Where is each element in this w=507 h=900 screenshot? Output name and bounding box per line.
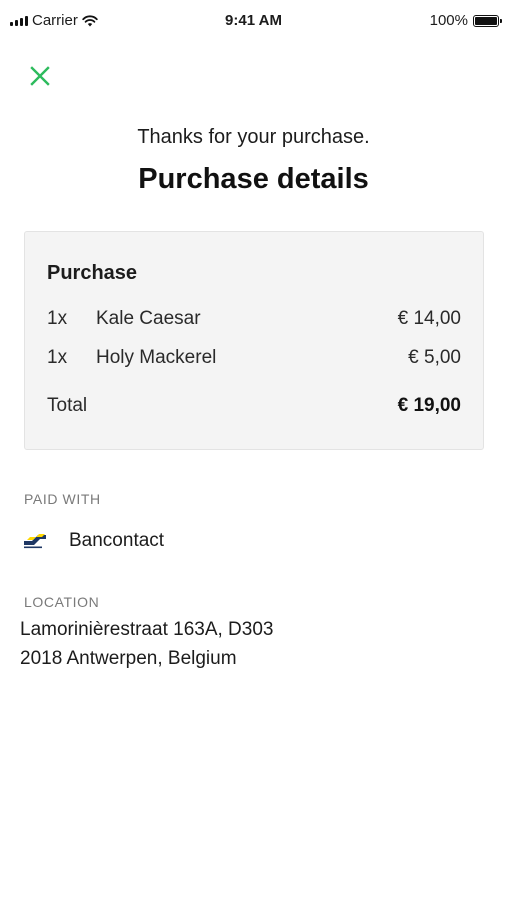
paid-with-label: PAID WITH (24, 491, 101, 507)
bancontact-logo-icon (24, 534, 46, 549)
line-item: 1x Holy Mackerel € 5,00 (47, 347, 461, 373)
payment-method-name: Bancontact (69, 530, 165, 551)
status-right: 100% (429, 12, 502, 29)
item-quantity: 1x (47, 347, 68, 368)
total-label: Total (47, 395, 88, 416)
battery-icon (473, 14, 502, 27)
item-name: Kale Caesar (96, 308, 201, 329)
close-button[interactable] (28, 64, 52, 88)
page-title: Purchase details (138, 163, 369, 195)
thanks-message: Thanks for your purchase. (137, 126, 370, 148)
item-price: € 5,00 (408, 347, 461, 368)
item-name: Holy Mackerel (96, 347, 217, 368)
item-price: € 14,00 (397, 308, 461, 329)
location-label: LOCATION (24, 594, 100, 610)
address-line-2: 2018 Antwerpen, Belgium (20, 648, 237, 669)
total-value: € 19,00 (397, 395, 461, 416)
item-quantity: 1x (47, 308, 68, 329)
address-line-1: Lamorinièrestraat 163A, D303 (20, 619, 274, 640)
payment-method: Bancontact (22, 528, 164, 554)
purchase-heading: Purchase (47, 262, 138, 284)
total-row: Total € 19,00 (47, 395, 461, 421)
status-bar: Carrier 9:41 AM 100% (0, 0, 507, 42)
purchase-card: Purchase 1x Kale Caesar € 14,00 1x Holy … (24, 231, 484, 450)
line-item: 1x Kale Caesar € 14,00 (47, 308, 461, 334)
battery-percent: 100% (429, 12, 468, 29)
close-icon (30, 66, 50, 86)
